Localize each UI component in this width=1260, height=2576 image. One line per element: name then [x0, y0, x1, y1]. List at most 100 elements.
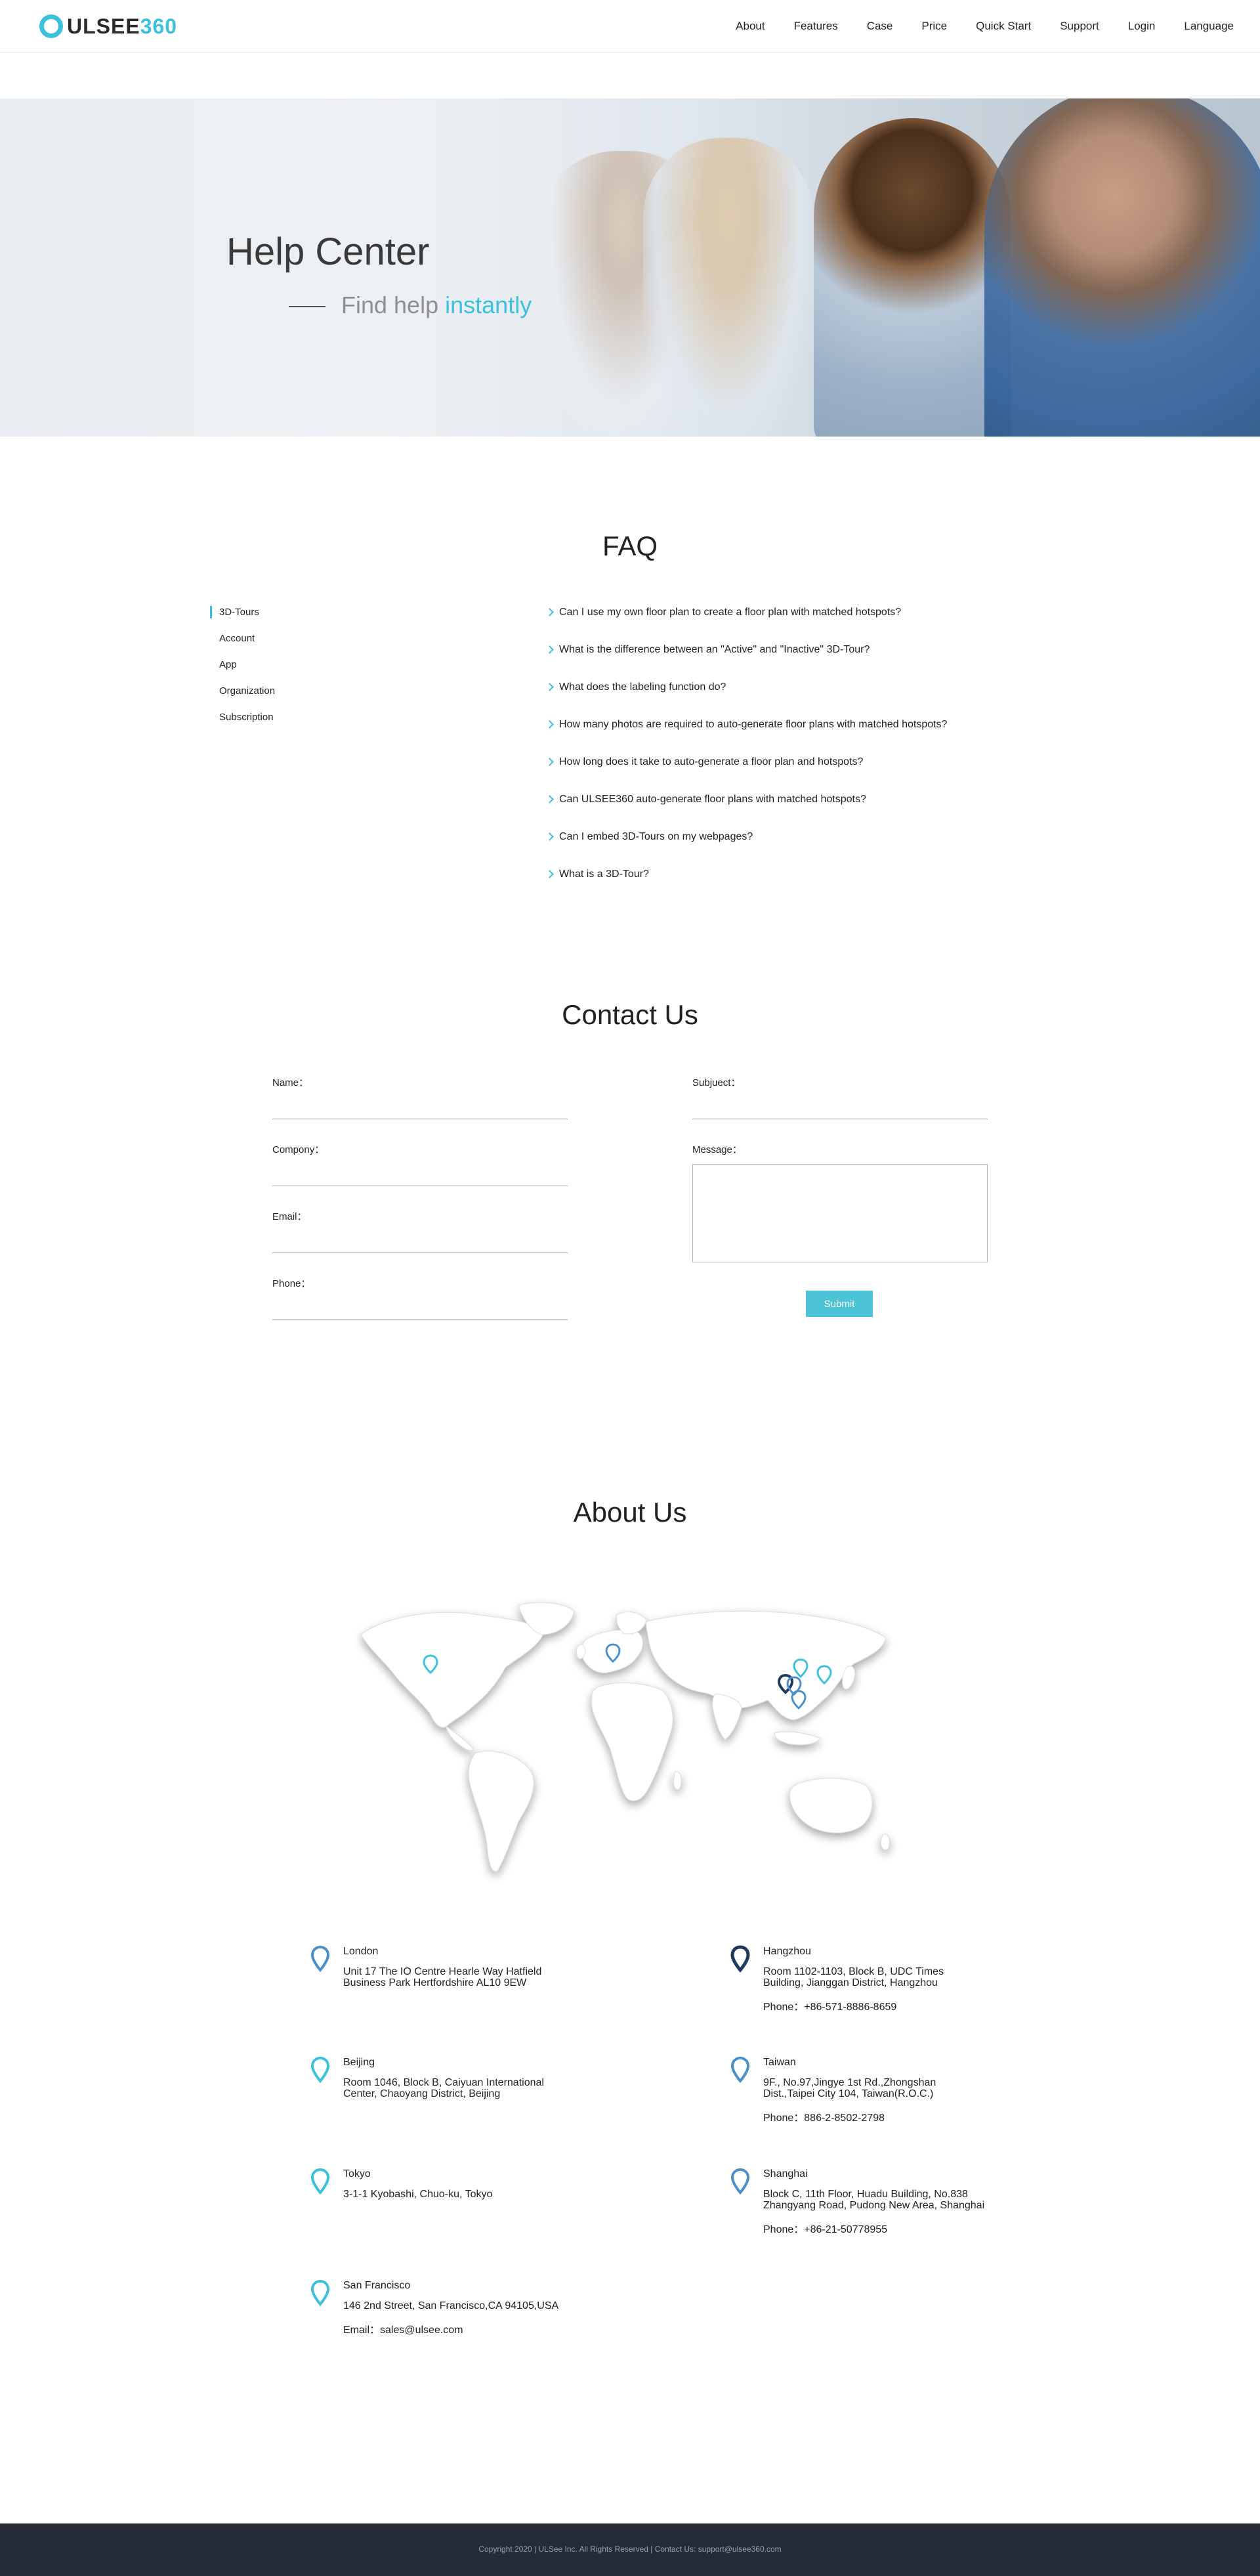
faq-category-account[interactable]: Account [210, 630, 407, 656]
nav-price[interactable]: Price [921, 20, 947, 33]
phone-field: Phone： [272, 1276, 568, 1320]
nav-features[interactable]: Features [794, 20, 838, 33]
nav-quick-start[interactable]: Quick Start [976, 20, 1031, 33]
faq-title: FAQ [602, 530, 658, 561]
message-label: Message： [692, 1144, 742, 1155]
faq-question[interactable]: What is the difference between an "Activ… [545, 641, 1072, 679]
faq-category-organization[interactable]: Organization [210, 683, 407, 709]
office-beijing: Beijing Room 1046, Block B, Caiyuan Inte… [310, 2056, 566, 2099]
email-field: Email： [272, 1209, 568, 1253]
site-header: ULSEE360 About Features Case Price Quick… [0, 0, 1260, 53]
location-pin-icon [310, 2279, 330, 2307]
world-map [348, 1595, 906, 1891]
company-label: Compony： [272, 1144, 325, 1155]
office-san-francisco: San Francisco 146 2nd Street, San Franci… [310, 2279, 566, 2336]
faq-question[interactable]: How long does it take to auto-generate a… [545, 754, 1072, 791]
office-name: Hangzhou [763, 1946, 811, 1957]
faq-question[interactable]: Can I embed 3D-Tours on my webpages? [545, 828, 1072, 866]
footer-copyright: Copyright 2020 | ULSee Inc. All Rights R… [478, 2544, 782, 2554]
hero-image-support-agent [814, 118, 1011, 437]
subject-label: Subjuect： [692, 1077, 741, 1088]
contact-title: Contact Us [562, 999, 698, 1030]
logo-ring-icon [39, 14, 63, 38]
hero-subtitle: Find help instantly [341, 291, 532, 318]
chevron-right-icon [545, 608, 554, 616]
phone-label: Phone： [272, 1278, 311, 1289]
location-pin-icon [730, 1945, 750, 1973]
office-address: 146 2nd Street, San Francisco,CA 94105,U… [343, 2300, 559, 2311]
phone-input[interactable] [272, 1299, 568, 1320]
name-input[interactable] [272, 1098, 568, 1119]
hero-image-person [643, 138, 814, 437]
office-address: Block C, 11th Floor, Huadu Building, No.… [763, 2189, 985, 2211]
office-name: Taiwan [763, 2057, 796, 2068]
nav-about[interactable]: About [736, 20, 765, 33]
message-field: Message： [692, 1142, 988, 1262]
nav-support[interactable]: Support [1060, 20, 1099, 33]
faq-category-app[interactable]: App [210, 656, 407, 683]
office-address: Room 1046, Block B, Caiyuan Internationa… [343, 2077, 544, 2099]
email-input[interactable] [272, 1232, 568, 1253]
faq-question[interactable]: How many photos are required to auto-gen… [545, 716, 1072, 754]
faq-question[interactable]: Can ULSEE360 auto-generate floor plans w… [545, 791, 1072, 828]
hero-image-person [984, 98, 1260, 437]
faq-category-subscription[interactable]: Subscription [210, 709, 407, 735]
location-pin-icon [730, 2168, 750, 2195]
chevron-right-icon [545, 720, 554, 729]
chevron-right-icon [545, 683, 554, 691]
subject-input[interactable] [692, 1098, 988, 1119]
hero-divider [289, 306, 326, 307]
office-london: London Unit 17 The IO Centre Hearle Way … [310, 1945, 566, 1988]
office-phone: Phone：+86-21-50778955 [763, 2224, 888, 2235]
office-phone: Phone：+86-571-8886-8659 [763, 2002, 897, 2013]
subject-field: Subjuect： [692, 1075, 988, 1119]
office-name: San Francisco [343, 2280, 411, 2291]
hero-banner: Help Center Find help instantly [0, 98, 1260, 437]
office-email: Email：sales@ulsee.com [343, 2325, 463, 2336]
company-field: Compony： [272, 1142, 568, 1186]
faq-question[interactable]: What does the labeling function do? [545, 679, 1072, 716]
company-input[interactable] [272, 1165, 568, 1186]
office-name: Shanghai [763, 2168, 808, 2179]
office-address: Room 1102-1103, Block B, UDC Times Build… [763, 1966, 944, 1988]
faq-question-list: Can I use my own floor plan to create a … [545, 604, 1072, 903]
hero-title: Help Center [226, 230, 430, 273]
location-pin-icon [730, 2056, 750, 2084]
location-pin-icon [310, 2168, 330, 2195]
main-nav: About Features Case Price Quick Start Su… [707, 0, 1234, 53]
nav-language[interactable]: Language [1184, 20, 1234, 33]
chevron-right-icon [545, 645, 554, 654]
submit-button[interactable]: Submit [806, 1291, 873, 1317]
office-address: Unit 17 The IO Centre Hearle Way Hatfiel… [343, 1966, 542, 1988]
faq-question[interactable]: What is a 3D-Tour? [545, 866, 1072, 903]
ulsee360-logo[interactable]: ULSEE360 [39, 13, 177, 39]
office-name: Beijing [343, 2057, 375, 2068]
location-pin-icon [310, 1945, 330, 1973]
world-map-graphic [360, 1602, 890, 1872]
chevron-right-icon [545, 870, 554, 878]
chevron-right-icon [545, 832, 554, 841]
faq-category-3d-tours[interactable]: 3D-Tours [210, 604, 407, 630]
chevron-right-icon [545, 795, 554, 804]
about-title: About Us [573, 1497, 687, 1528]
office-name: London [343, 1946, 379, 1957]
nav-login[interactable]: Login [1128, 20, 1156, 33]
chevron-right-icon [545, 758, 554, 766]
name-field: Name： [272, 1075, 568, 1119]
message-textarea[interactable] [692, 1164, 988, 1262]
office-tokyo: Tokyo 3-1-1 Kyobashi, Chuo-ku, Tokyo [310, 2168, 566, 2200]
logo-text: ULSEE360 [67, 14, 178, 38]
office-address: 9F., No.97,Jingye 1st Rd.,Zhongshan Dist… [763, 2077, 936, 2099]
office-shanghai: Shanghai Block C, 11th Floor, Huadu Buil… [730, 2168, 986, 2236]
faq-categories: 3D-Tours Account App Organization Subscr… [210, 604, 407, 735]
location-pin-icon [310, 2056, 330, 2084]
office-phone: Phone：886-2-8502-2798 [763, 2113, 885, 2124]
email-label: Email： [272, 1211, 307, 1222]
office-address: 3-1-1 Kyobashi, Chuo-ku, Tokyo [343, 2189, 493, 2200]
nav-case[interactable]: Case [867, 20, 893, 33]
office-taiwan: Taiwan 9F., No.97,Jingye 1st Rd.,Zhongsh… [730, 2056, 986, 2124]
site-footer: Copyright 2020 | ULSee Inc. All Rights R… [0, 2523, 1260, 2576]
name-label: Name： [272, 1077, 309, 1088]
office-name: Tokyo [343, 2168, 371, 2179]
faq-question[interactable]: Can I use my own floor plan to create a … [545, 604, 1072, 641]
